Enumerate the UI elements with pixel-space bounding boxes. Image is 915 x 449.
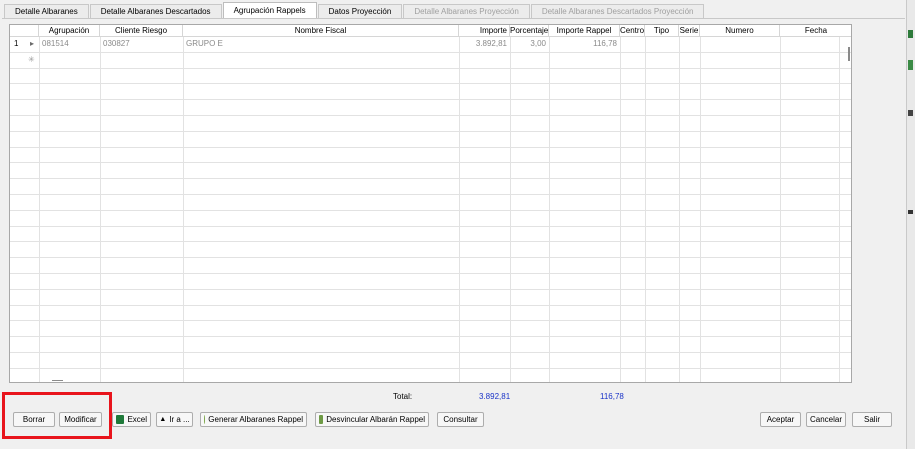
ir-a-button[interactable]: ▲ Ir a ...	[156, 412, 193, 427]
tab-divider	[2, 18, 905, 19]
empty-row[interactable]	[10, 100, 851, 116]
horizontal-scrollbar[interactable]	[52, 380, 63, 381]
tab-detalle-albaranes-descartados[interactable]: Detalle Albaranes Descartados	[89, 4, 222, 18]
consultar-label: Consultar	[443, 415, 478, 424]
total-importe-rappel: 116,78	[600, 392, 624, 401]
cell-agrupacion[interactable]: 081514	[39, 37, 72, 51]
empty-row[interactable]	[10, 290, 851, 306]
header-serie[interactable]: Serie	[679, 25, 700, 37]
cell-nombre-fiscal[interactable]: GRUPO E	[183, 37, 226, 51]
empty-row[interactable]	[10, 132, 851, 148]
header-tipo[interactable]: Tipo	[645, 25, 679, 37]
empty-row[interactable]	[10, 242, 851, 259]
new-row[interactable]: ✳	[10, 53, 851, 69]
empty-row[interactable]	[10, 306, 851, 322]
tab-agrupacion-rappels[interactable]: Agrupación Rappels	[222, 2, 317, 18]
gear-icon	[204, 415, 206, 424]
row-pointer-icon: ▸	[30, 39, 35, 48]
desvincular-albaran-rappel-button[interactable]: Desvincular Albarán Rappel	[315, 412, 429, 427]
highlight-frame	[2, 392, 112, 439]
cell-centro[interactable]	[620, 37, 626, 51]
empty-row[interactable]	[10, 211, 851, 227]
empty-row[interactable]	[10, 116, 851, 132]
tab-detalle-albaranes-proyeccion[interactable]: Detalle Albaranes Proyección	[403, 4, 530, 18]
vertical-scrollbar[interactable]	[848, 47, 850, 61]
desvincular-label: Desvincular Albarán Rappel	[326, 415, 425, 424]
unlink-icon	[319, 415, 324, 424]
header-indicator	[10, 25, 39, 37]
header-importe[interactable]: Importe	[459, 25, 510, 37]
new-row-icon: ✳	[28, 54, 35, 64]
header-agrupacion[interactable]: Agrupación	[39, 25, 100, 37]
generar-albaranes-rappel-button[interactable]: Generar Albaranes Rappel	[200, 412, 307, 427]
excel-icon	[116, 415, 125, 424]
empty-row[interactable]	[10, 274, 851, 290]
salir-button[interactable]: Salir	[852, 412, 892, 427]
excel-label: Excel	[127, 415, 147, 424]
cell-tipo[interactable]	[645, 37, 651, 51]
header-numero[interactable]: Numero	[700, 25, 780, 37]
tab-bar: Detalle Albaranes Detalle Albaranes Desc…	[4, 2, 904, 18]
header-fecha[interactable]: Fecha	[780, 25, 851, 37]
salir-label: Salir	[863, 415, 880, 424]
header-nombre-fiscal[interactable]: Nombre Fiscal	[183, 25, 459, 37]
empty-row[interactable]	[10, 369, 851, 382]
empty-row[interactable]	[10, 179, 851, 195]
excel-button[interactable]: Excel	[112, 412, 151, 427]
total-importe: 3.892,81	[479, 392, 511, 401]
header-importe-rappel[interactable]: Importe Rappel	[549, 25, 620, 37]
header-cliente-riesgo[interactable]: Cliente Riesgo	[100, 25, 183, 37]
up-arrow-icon: ▲	[159, 416, 167, 423]
cell-importe-rappel[interactable]: 116,78	[549, 37, 620, 51]
grid-header: Agrupación Cliente Riesgo Nombre Fiscal …	[10, 25, 851, 37]
empty-row[interactable]	[10, 353, 851, 369]
cell-cliente-riesgo[interactable]: 030827	[100, 37, 133, 51]
empty-row[interactable]	[10, 84, 851, 101]
generar-label: Generar Albaranes Rappel	[208, 415, 303, 424]
background-marker	[908, 60, 913, 70]
rappels-grid[interactable]: Agrupación Cliente Riesgo Nombre Fiscal …	[9, 24, 852, 383]
tab-detalle-albaranes-descartados-proyeccion[interactable]: Detalle Albaranes Descartados Proyección	[530, 4, 705, 18]
cell-fecha[interactable]	[780, 37, 786, 51]
empty-row[interactable]	[10, 148, 851, 164]
background-marker	[908, 30, 913, 38]
empty-row[interactable]	[10, 195, 851, 211]
consultar-button[interactable]: Consultar	[437, 412, 484, 427]
totals-label: Total:	[393, 392, 413, 401]
tab-detalle-albaranes[interactable]: Detalle Albaranes	[4, 4, 89, 18]
cell-numero[interactable]	[700, 37, 706, 51]
empty-row[interactable]	[10, 69, 851, 85]
aceptar-button[interactable]: Aceptar	[760, 412, 801, 427]
empty-row[interactable]	[10, 337, 851, 353]
empty-row[interactable]	[10, 321, 851, 338]
header-porcentaje[interactable]: Porcentaje	[510, 25, 549, 37]
empty-row[interactable]	[10, 258, 851, 274]
cell-porcentaje[interactable]: 3,00	[510, 37, 549, 51]
table-row[interactable]: 1 ▸ 081514 030827 GRUPO E 3.892,81 3,00 …	[10, 37, 851, 53]
aceptar-label: Aceptar	[766, 415, 795, 424]
empty-row[interactable]	[10, 227, 851, 243]
cancelar-button[interactable]: Cancelar	[806, 412, 846, 427]
cell-importe[interactable]: 3.892,81	[459, 37, 510, 51]
background-marker	[908, 110, 913, 116]
cancelar-label: Cancelar	[810, 415, 843, 424]
row-number: 1	[14, 39, 19, 48]
empty-row[interactable]	[10, 163, 851, 180]
tab-datos-proyeccion[interactable]: Datos Proyección	[317, 4, 403, 18]
background-marker	[908, 210, 913, 214]
cell-serie[interactable]	[679, 37, 685, 51]
ir-a-label: Ir a ...	[169, 415, 190, 424]
header-centro[interactable]: Centro	[620, 25, 645, 37]
